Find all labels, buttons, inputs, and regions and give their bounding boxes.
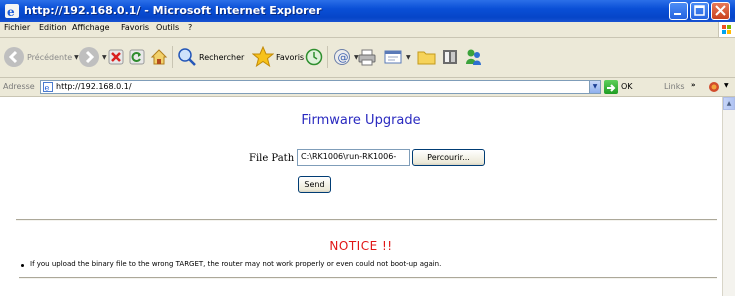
windows-flag	[718, 22, 735, 37]
search-label: Rechercher	[199, 52, 245, 62]
back-label: Précédente	[27, 52, 73, 62]
page-content: Firmware Upgrade File Path C:\RK1006\run…	[0, 97, 722, 296]
messenger-icon[interactable]	[463, 47, 483, 67]
back-button[interactable]: Précédente ▼	[3, 46, 79, 68]
svg-text:@: @	[338, 51, 349, 64]
ie-logo-icon: e	[5, 4, 19, 19]
address-input[interactable]: e http://192.168.0.1/	[40, 80, 601, 94]
address-bar: Adresse e http://192.168.0.1/ ▼ OK Links…	[0, 78, 735, 97]
scroll-up-icon[interactable]: ▲	[723, 97, 735, 110]
toolbar-separator	[172, 46, 173, 68]
svg-text:e: e	[45, 84, 50, 93]
notice-title: NOTICE !!	[329, 239, 393, 253]
refresh-icon[interactable]	[129, 49, 145, 65]
file-path-label: File Path	[249, 153, 295, 164]
favorites-button[interactable]: Favoris	[252, 46, 304, 68]
browse-button[interactable]: Percourir...	[412, 149, 485, 166]
links-dropdown-icon[interactable]: ▼	[724, 82, 729, 89]
address-label: Adresse	[3, 82, 35, 91]
window-title: http://192.168.0.1/ - Microsoft Internet…	[24, 4, 322, 17]
links-chevron-icon[interactable]: »	[691, 81, 696, 89]
toolbar-separator	[327, 46, 328, 68]
forward-dropdown-icon: ▼	[102, 53, 107, 61]
title-bar: e http://192.168.0.1/ - Microsoft Intern…	[0, 0, 735, 22]
research-icon[interactable]	[441, 48, 459, 66]
search-button[interactable]: Rechercher	[177, 47, 244, 67]
minimize-icon	[674, 13, 681, 15]
close-button[interactable]	[711, 2, 730, 20]
edit-icon	[384, 50, 402, 64]
maximize-icon	[694, 5, 705, 16]
divider	[16, 219, 717, 221]
menu-edition[interactable]: Edition	[39, 23, 67, 32]
back-arrow-icon	[4, 47, 24, 67]
links-toolbar-icon[interactable]	[707, 80, 721, 94]
windows-flag-icon	[722, 25, 731, 34]
page-icon: e	[43, 82, 53, 92]
search-icon	[178, 48, 196, 66]
edit-button[interactable]: ▼	[384, 48, 411, 66]
menu-outils[interactable]: Outils	[156, 23, 179, 32]
menu-affichage[interactable]: Affichage	[72, 23, 110, 32]
maximize-button[interactable]	[690, 2, 709, 20]
minimize-button[interactable]	[669, 2, 688, 20]
forward-arrow-icon	[79, 47, 99, 67]
go-button[interactable]	[604, 80, 618, 94]
mail-button[interactable]: @ ▼	[332, 48, 359, 66]
close-icon	[715, 5, 726, 16]
ie-window: e http://192.168.0.1/ - Microsoft Intern…	[0, 0, 735, 296]
send-button[interactable]: Send	[298, 176, 331, 193]
go-label[interactable]: OK	[621, 82, 633, 91]
history-icon[interactable]	[305, 48, 323, 66]
toolbar: Précédente ▼ ▼ Rechercher Favoris @ ▼ ▼	[0, 38, 735, 78]
address-dropdown-button[interactable]: ▼	[589, 80, 601, 94]
page-title: Firmware Upgrade	[301, 113, 421, 128]
menu-help[interactable]: ?	[188, 23, 192, 32]
menu-favoris[interactable]: Favoris	[121, 23, 149, 32]
folder-icon[interactable]	[417, 48, 436, 66]
forward-button[interactable]: ▼	[78, 46, 107, 68]
go-arrow-icon	[607, 84, 616, 92]
links-label[interactable]: Links	[664, 82, 685, 91]
favorites-star-icon	[252, 46, 274, 68]
mail-icon: @	[334, 49, 350, 65]
favorites-label: Favoris	[276, 52, 305, 62]
svg-text:e: e	[7, 5, 15, 19]
print-icon[interactable]	[358, 48, 376, 66]
notice-bullet	[21, 264, 24, 267]
menu-fichier[interactable]: Fichier	[4, 23, 30, 32]
file-path-input[interactable]: C:\RK1006\run-RK1006-	[297, 149, 410, 166]
notice-text: If you upload the binary file to the wro…	[30, 260, 442, 268]
divider	[19, 277, 717, 279]
menu-bar: Fichier Edition Affichage Favoris Outils…	[0, 22, 735, 38]
stop-icon[interactable]	[108, 49, 124, 65]
vertical-scrollbar[interactable]: ▲	[722, 97, 735, 296]
edit-dropdown-icon: ▼	[406, 53, 411, 61]
home-icon[interactable]	[150, 48, 168, 66]
address-url: http://192.168.0.1/	[56, 82, 132, 91]
